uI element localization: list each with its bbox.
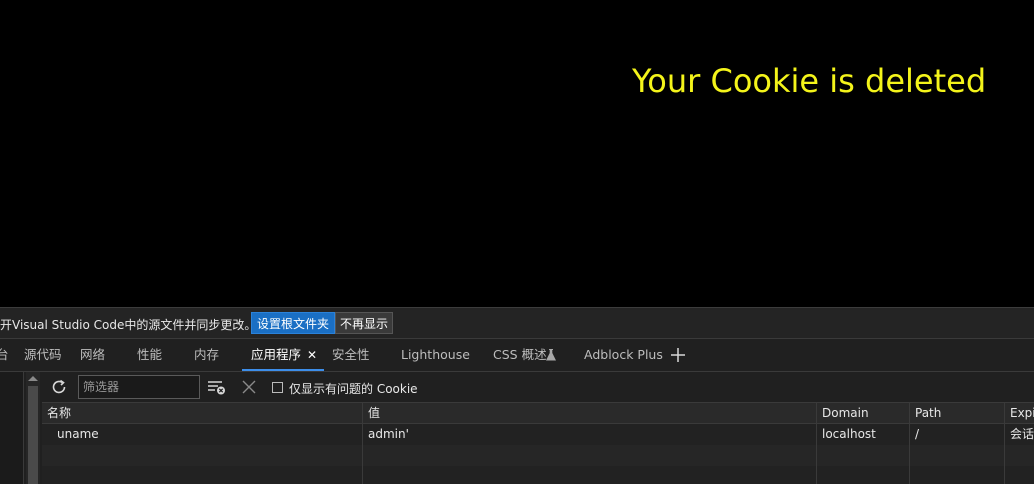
page-viewport: Your Cookie is deleted — [0, 0, 1034, 307]
empty-cell — [910, 466, 1005, 484]
scroll-up-arrow-icon[interactable] — [28, 376, 38, 381]
cookie-expires-cell: 会话 — [1010, 427, 1034, 441]
infobar-text: 开Visual Studio Code中的源文件并同步更改。 — [0, 318, 257, 332]
tab-network[interactable]: 网络 — [80, 339, 105, 371]
set-root-folder-button[interactable]: 设置根文件夹 — [251, 312, 336, 334]
scrollbar[interactable] — [26, 372, 40, 484]
tab-sources[interactable]: 源代码 — [24, 339, 62, 371]
tab-memory[interactable]: 内存 — [194, 339, 219, 371]
table-row-empty — [42, 466, 1034, 484]
flask-icon — [546, 349, 556, 361]
empty-cell — [42, 466, 363, 484]
only-issues-label: 仅显示有问题的 Cookie — [289, 382, 418, 396]
cookie-value-cell: admin' — [363, 424, 817, 445]
table-header: 名称 值 Domain Path Expires — [42, 403, 1034, 424]
empty-cell — [1005, 466, 1034, 484]
tab-lighthouse[interactable]: Lighthouse — [401, 339, 470, 371]
column-header-expires[interactable]: Expires — [1005, 403, 1034, 424]
refresh-icon[interactable] — [50, 378, 68, 396]
table-row-empty — [42, 445, 1034, 466]
clear-filter-icon[interactable] — [208, 379, 226, 395]
plus-icon[interactable] — [670, 347, 686, 363]
empty-cell — [42, 445, 363, 466]
column-header-value[interactable]: 值 — [363, 403, 817, 424]
page-message: Your Cookie is deleted — [632, 62, 987, 100]
cookie-table: 名称 值 Domain Path Expires uname admin' lo… — [42, 403, 1034, 484]
column-header-name[interactable]: 名称 — [42, 403, 363, 424]
empty-cell — [910, 445, 1005, 466]
cookie-path-cell: / — [910, 424, 1005, 445]
scroll-thumb[interactable] — [28, 386, 38, 484]
left-sidebar — [0, 372, 24, 484]
cookie-name-cell: uname — [42, 424, 363, 445]
column-header-path[interactable]: Path — [910, 403, 1005, 424]
tab-bar: 台 源代码 网络 性能 内存 应用程序 ✕ 安全性 Lighthouse CSS… — [0, 339, 1034, 372]
filter-input[interactable] — [78, 375, 200, 399]
table-row[interactable]: uname admin' localhost / 会话 — [42, 424, 1034, 445]
empty-cell — [363, 466, 817, 484]
tab-console[interactable]: 台 — [0, 339, 9, 371]
empty-cell — [817, 445, 910, 466]
close-icon[interactable]: ✕ — [307, 339, 317, 371]
cookie-domain-cell: localhost — [817, 424, 910, 445]
tab-adblock-plus[interactable]: Adblock Plus — [584, 339, 663, 371]
clear-all-icon[interactable] — [241, 379, 257, 395]
tab-css-overview[interactable]: CSS 概述 — [493, 339, 547, 371]
only-issues-checkbox[interactable] — [272, 382, 283, 393]
empty-cell — [363, 445, 817, 466]
tab-security[interactable]: 安全性 — [332, 339, 370, 371]
dont-show-again-button[interactable]: 不再显示 — [335, 312, 394, 334]
infobar: 开Visual Studio Code中的源文件并同步更改。 设置根文件夹 不再… — [0, 308, 1034, 339]
devtools-panel: 开Visual Studio Code中的源文件并同步更改。 设置根文件夹 不再… — [0, 307, 1034, 484]
column-header-domain[interactable]: Domain — [817, 403, 910, 424]
cookie-toolbar: 仅显示有问题的 Cookie — [42, 372, 1034, 403]
empty-cell — [1005, 445, 1034, 466]
tab-performance[interactable]: 性能 — [137, 339, 162, 371]
empty-cell — [817, 466, 910, 484]
